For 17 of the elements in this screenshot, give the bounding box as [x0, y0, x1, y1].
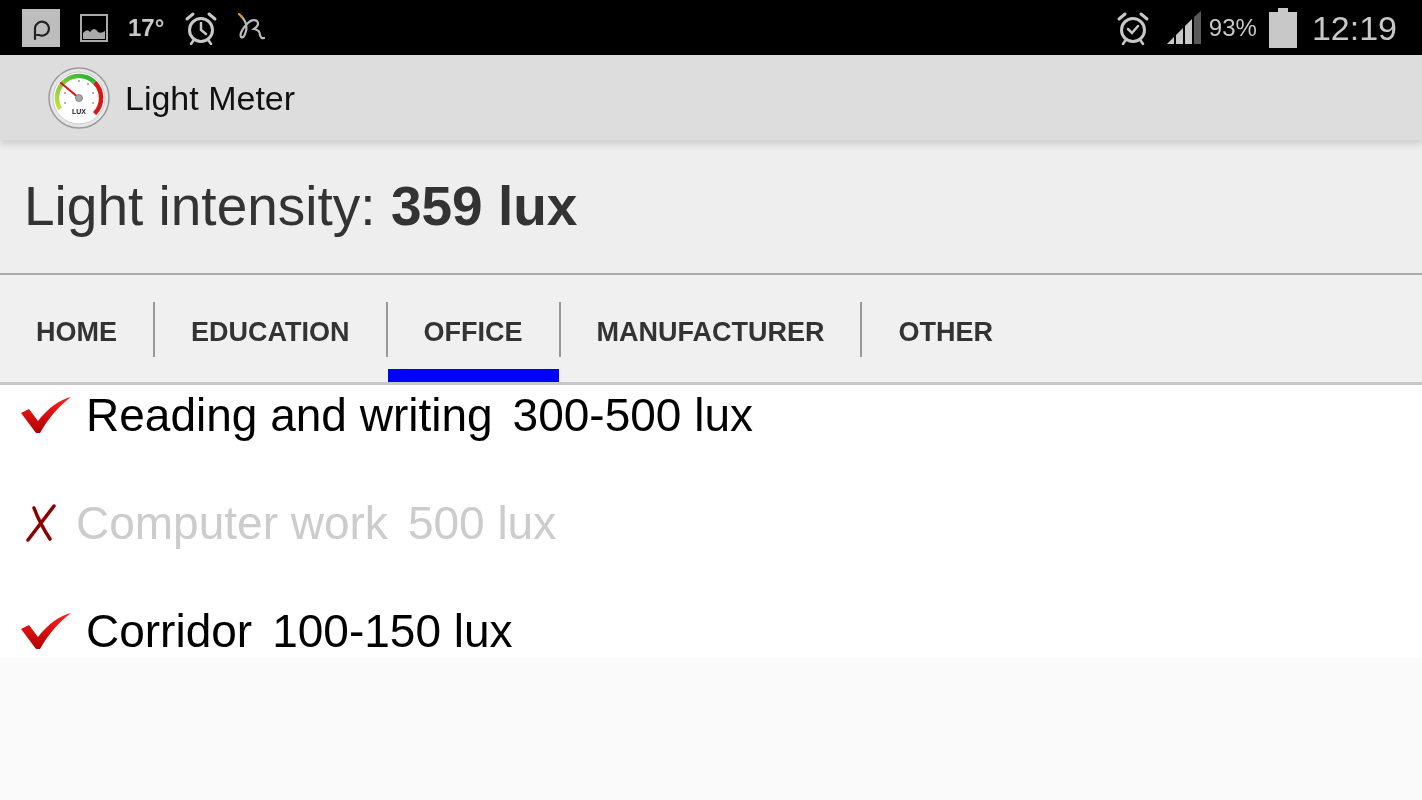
category-tab[interactable]: OTHER [862, 275, 1029, 382]
temperature-text: 17° [128, 15, 165, 40]
category-tab[interactable]: EDUCATION [155, 275, 386, 382]
notification-icon [22, 8, 60, 47]
battery-percent-text: 93% [1208, 15, 1257, 40]
image-icon [80, 13, 108, 42]
app-title: Light Meter [125, 80, 296, 115]
alarm-clock-icon [184, 10, 219, 45]
category-tab[interactable]: MANUFACTURER [560, 275, 861, 382]
lux-range: 300-500 lux [512, 392, 753, 438]
alarm-check-icon [1115, 10, 1150, 45]
clock-time-text: 12:19 [1311, 10, 1397, 45]
activity-name: Corridor [86, 608, 253, 654]
signal-bars-icon [1165, 10, 1202, 45]
category-tab[interactable]: HOME [0, 275, 153, 382]
lux-range: 100-150 lux [272, 608, 513, 654]
battery-icon [1268, 7, 1297, 48]
